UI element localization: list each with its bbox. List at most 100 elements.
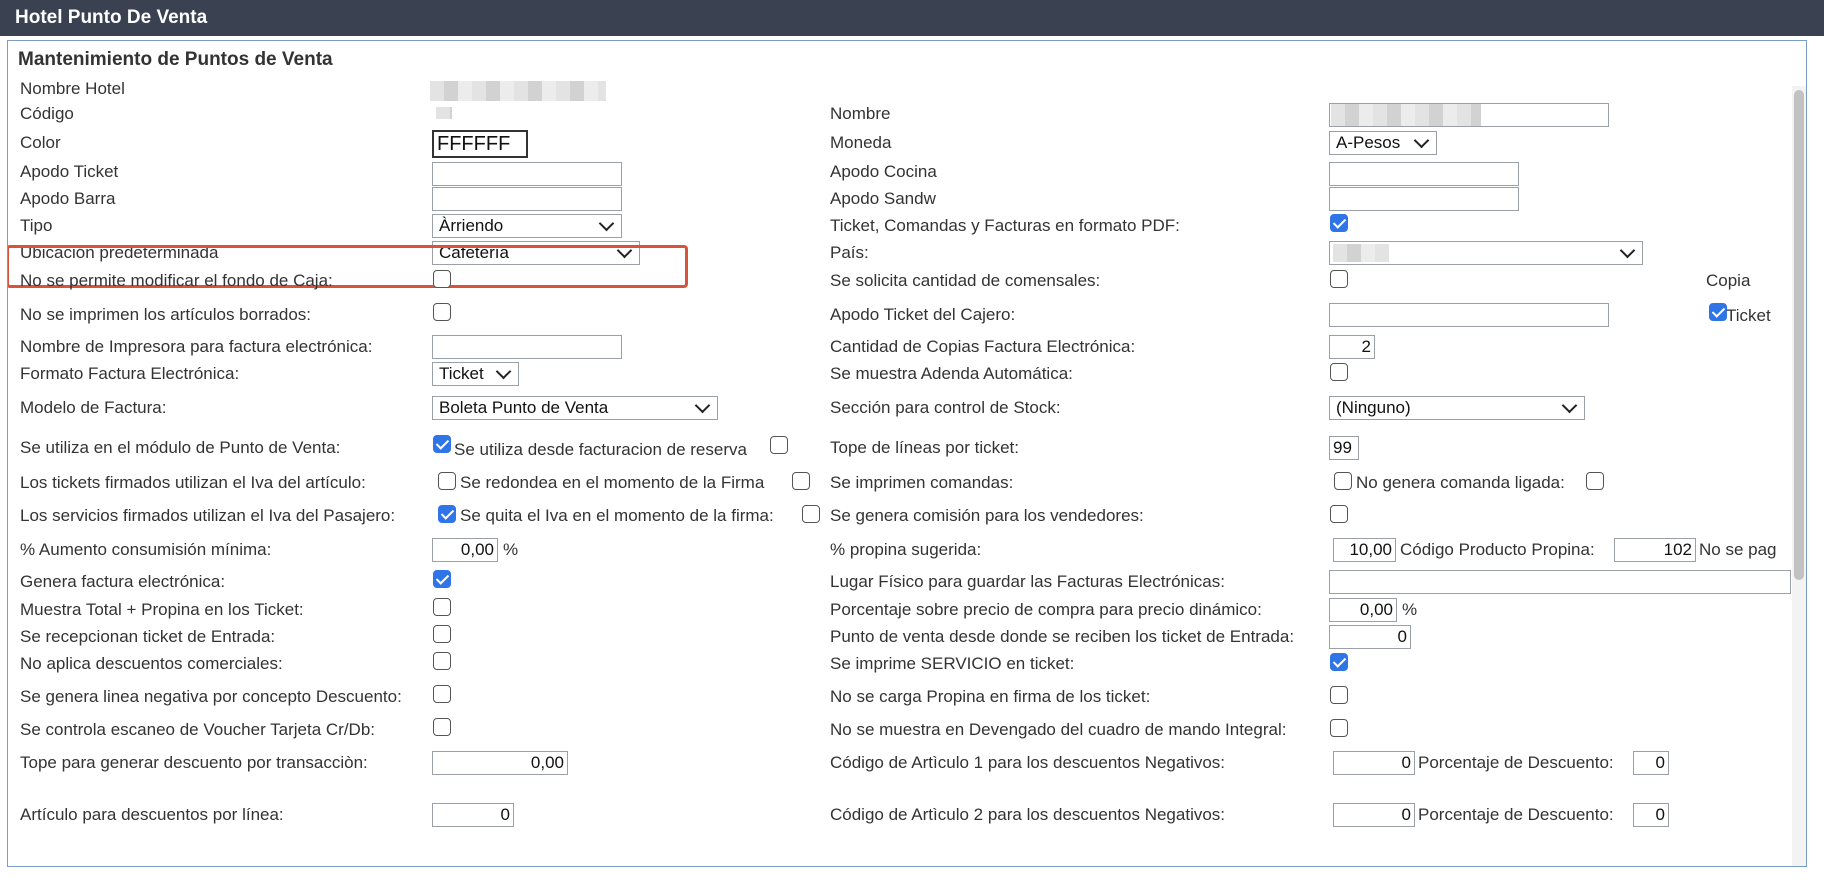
servicios-iva-checkbox[interactable] xyxy=(438,505,456,523)
pais-value-redacted xyxy=(1333,244,1389,262)
escaneo-voucher-label: Se controla escaneo de Voucher Tarjeta C… xyxy=(20,720,376,739)
modulo-pv-checkbox[interactable] xyxy=(433,435,451,453)
muestra-total-label: Muestra Total + Propina en los Ticket: xyxy=(20,600,304,619)
tope-lineas-input[interactable]: 99 xyxy=(1329,436,1359,460)
chevron-down-icon xyxy=(495,363,512,380)
lugar-fisico-label: Lugar Físico para guardar las Facturas E… xyxy=(830,572,1225,591)
quita-iva-checkbox[interactable] xyxy=(802,505,820,523)
nombre-impresora-input[interactable] xyxy=(432,335,622,359)
color-label: Color xyxy=(20,133,61,152)
articulo-descuentos-input[interactable]: 0 xyxy=(432,803,514,827)
form-panel: Mantenimiento de Puntos de Venta Nombre … xyxy=(7,40,1807,867)
adenda-checkbox[interactable] xyxy=(1330,363,1348,381)
lugar-fisico-input[interactable] xyxy=(1329,570,1791,594)
codigo-art2-label: Código de Artìculo 2 para los descuentos… xyxy=(830,805,1226,824)
adenda-label: Se muestra Adenda Automática: xyxy=(830,364,1073,383)
apodo-sandw-input[interactable] xyxy=(1329,187,1519,211)
tickets-iva-checkbox[interactable] xyxy=(438,472,456,490)
vertical-scrollbar-thumb[interactable] xyxy=(1794,90,1804,580)
propina-sugerida-label: % propina sugerida: xyxy=(830,540,982,559)
formato-factura-label: Formato Factura Electrónica: xyxy=(20,364,240,383)
moneda-select-value: A-Pesos xyxy=(1336,133,1401,152)
tope-descuento-input[interactable]: 0,00 xyxy=(432,751,568,775)
propina-sugerida-input[interactable]: 10,00 xyxy=(1333,538,1396,562)
copia-label: Copia xyxy=(1706,271,1751,290)
tipo-select[interactable]: Àrriendo xyxy=(432,214,622,238)
nombre-label: Nombre xyxy=(830,104,891,123)
tickets-iva-label: Los tickets firmados utilizan el Iva del… xyxy=(20,473,366,492)
codigo-value-redacted xyxy=(436,107,452,119)
no-propina-firma-checkbox[interactable] xyxy=(1330,686,1348,704)
no-descuentos-checkbox[interactable] xyxy=(433,652,451,670)
section-title: Mantenimiento de Puntos de Venta xyxy=(18,49,333,70)
genera-factura-checkbox[interactable] xyxy=(433,570,451,588)
chevron-down-icon xyxy=(1413,132,1430,149)
no-comanda-ligada-label: No genera comanda ligada: xyxy=(1356,473,1565,492)
ticket-pdf-label: Ticket, Comandas y Facturas en formato P… xyxy=(830,216,1180,235)
recepcionan-ticket-checkbox[interactable] xyxy=(433,625,451,643)
imprime-servicio-checkbox[interactable] xyxy=(1330,653,1348,671)
moneda-select[interactable]: A-Pesos xyxy=(1329,131,1437,155)
facturacion-reserva-label: Se utiliza desde facturacion de reserva xyxy=(454,440,747,459)
aumento-consumicion-label: % Aumento consumisión mínima: xyxy=(20,540,272,559)
no-modificar-fondo-checkbox[interactable] xyxy=(433,270,451,288)
no-imprimen-borrados-checkbox[interactable] xyxy=(433,303,451,321)
apodo-cocina-input[interactable] xyxy=(1329,162,1519,186)
redondea-firma-checkbox[interactable] xyxy=(792,472,810,490)
facturacion-reserva-checkbox[interactable] xyxy=(770,436,788,454)
codigo-propina-input[interactable]: 102 xyxy=(1614,538,1696,562)
codigo-art2-input[interactable]: 0 xyxy=(1333,803,1415,827)
no-devengado-checkbox[interactable] xyxy=(1330,719,1348,737)
no-modificar-fondo-label: No se permite modificar el fondo de Caja… xyxy=(20,271,333,290)
apodo-sandw-label: Apodo Sandw xyxy=(830,189,936,208)
nombre-hotel-label: Nombre Hotel xyxy=(20,79,125,98)
nombre-impresora-label: Nombre de Impresora para factura electró… xyxy=(20,337,373,356)
apodo-barra-label: Apodo Barra xyxy=(20,189,116,208)
muestra-total-checkbox[interactable] xyxy=(433,598,451,616)
punto-entrada-label: Punto de venta desde donde se reciben lo… xyxy=(830,627,1295,646)
porcentaje-dinamico-label: Porcentaje sobre precio de compra para p… xyxy=(830,600,1262,619)
servicios-iva-label: Los servicios firmados utilizan el Iva d… xyxy=(20,506,396,525)
chevron-down-icon xyxy=(1619,242,1636,259)
porcentaje-dinamico-input[interactable]: 0,00 xyxy=(1329,598,1397,622)
apodo-ticket-input[interactable] xyxy=(432,162,622,186)
aumento-consumicion-input[interactable]: 0,00 xyxy=(432,538,498,562)
codigo-art1-input[interactable]: 0 xyxy=(1333,751,1415,775)
cantidad-copias-input[interactable]: 2 xyxy=(1329,335,1375,359)
imprime-servicio-label: Se imprime SERVICIO en ticket: xyxy=(830,654,1075,673)
nombre-hotel-value-redacted xyxy=(430,81,606,101)
copia-ticket-checkbox[interactable] xyxy=(1709,303,1727,321)
apodo-ticket-label: Apodo Ticket xyxy=(20,162,119,181)
imprimen-comandas-checkbox[interactable] xyxy=(1334,472,1352,490)
ticket-pdf-checkbox[interactable] xyxy=(1330,214,1348,232)
apodo-cajero-input[interactable] xyxy=(1329,303,1609,327)
modelo-factura-select[interactable]: Boleta Punto de Venta xyxy=(432,396,718,420)
escaneo-voucher-checkbox[interactable] xyxy=(433,718,451,736)
comensales-checkbox[interactable] xyxy=(1330,270,1348,288)
porcentaje-dinamico-percent: % xyxy=(1402,600,1418,619)
tope-lineas-label: Tope de líneas por ticket: xyxy=(830,438,1020,457)
apodo-barra-input[interactable] xyxy=(432,187,622,211)
no-comanda-ligada-checkbox[interactable] xyxy=(1586,472,1604,490)
linea-negativa-checkbox[interactable] xyxy=(433,685,451,703)
formato-factura-select[interactable]: Ticket xyxy=(432,362,519,386)
comision-label: Se genera comisión para los vendedores: xyxy=(830,506,1144,525)
tope-descuento-label: Tope para generar descuento por transacc… xyxy=(20,753,368,772)
seccion-stock-select[interactable]: (Ninguno) xyxy=(1329,396,1585,420)
punto-entrada-input[interactable]: 0 xyxy=(1329,625,1411,649)
modelo-factura-select-value: Boleta Punto de Venta xyxy=(439,398,609,417)
comision-checkbox[interactable] xyxy=(1330,505,1348,523)
no-descuentos-label: No aplica descuentos comerciales: xyxy=(20,654,283,673)
window-title: Hotel Punto De Venta xyxy=(15,7,208,28)
linea-negativa-label: Se genera linea negativa por concepto De… xyxy=(20,687,402,706)
porcentaje-desc2-label: Porcentaje de Descuento: xyxy=(1418,805,1614,824)
codigo-propina-label: Código Producto Propina: xyxy=(1400,540,1595,559)
tipo-select-value: Àrriendo xyxy=(439,216,504,235)
porcentaje-desc1-input[interactable]: 0 xyxy=(1633,751,1669,775)
color-input[interactable]: FFFFFF xyxy=(432,130,528,158)
porcentaje-desc2-input[interactable]: 0 xyxy=(1633,803,1669,827)
genera-factura-label: Genera factura electrónica: xyxy=(20,572,226,591)
vertical-scrollbar[interactable] xyxy=(1792,86,1806,866)
nombre-value-redacted xyxy=(1331,104,1481,126)
seccion-stock-select-value: (Ninguno) xyxy=(1336,398,1411,417)
